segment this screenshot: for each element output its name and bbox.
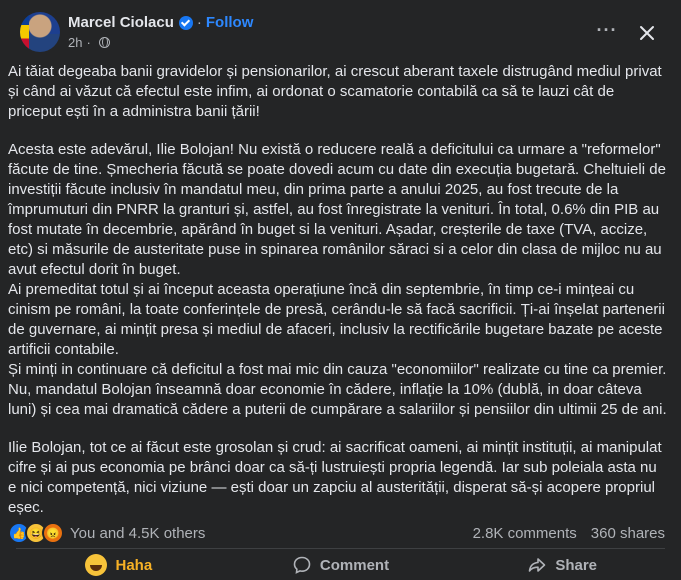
more-horizontal-icon: ···	[596, 19, 618, 40]
meta-separator: ·	[86, 35, 91, 50]
post-time[interactable]: 2h	[68, 35, 82, 50]
haha-button[interactable]: Haha	[8, 550, 230, 580]
flag-icon	[20, 12, 29, 52]
share-label: Share	[555, 556, 598, 574]
post-card: Marcel Ciolacu · Follow 2h · ··· Ai tăia…	[0, 0, 681, 580]
author-avatar[interactable]	[20, 12, 60, 52]
reactions-summary[interactable]: You and 4.5K others	[70, 525, 205, 542]
shares-count[interactable]: 360 shares	[591, 525, 665, 542]
comment-icon	[293, 556, 311, 574]
close-icon	[640, 26, 654, 40]
share-button[interactable]: Share	[451, 550, 673, 580]
globe-icon	[98, 37, 110, 48]
post-paragraph: Ilie Bolojan, tot ce ai făcut este groso…	[8, 439, 662, 516]
verified-badge-icon	[178, 15, 193, 30]
post-paragraph: Și minți in continuare că deficitul a fo…	[8, 361, 667, 418]
reactions-row: 👍 😆 😠 You and 4.5K others 2.8K comments …	[8, 522, 665, 544]
author-name[interactable]: Marcel Ciolacu	[68, 14, 174, 31]
post-body: Ai tăiat degeaba banii gravidelor și pen…	[8, 62, 669, 536]
follow-button[interactable]: Follow	[206, 14, 254, 31]
haha-emoji-icon	[85, 554, 108, 576]
comment-label: Comment	[319, 556, 390, 574]
haha-label: Haha	[115, 556, 153, 574]
author-line: Marcel Ciolacu · Follow	[68, 14, 253, 31]
close-button[interactable]	[633, 19, 661, 47]
more-options-button[interactable]: ···	[593, 16, 621, 44]
post-meta: 2h ·	[68, 35, 110, 50]
angry-icon: 😠	[42, 522, 64, 544]
post-paragraph: Acesta este adevărul, Ilie Bolojan! Nu e…	[8, 141, 666, 278]
separator: ·	[196, 14, 202, 31]
reaction-icons[interactable]: 👍 😆 😠	[8, 522, 64, 544]
post-paragraph: Ai tăiat degeaba banii gravidelor și pen…	[8, 63, 662, 120]
actions-divider	[16, 548, 665, 549]
post-paragraph: Ai premeditat totul și ai început aceast…	[8, 281, 665, 358]
share-icon	[529, 558, 546, 572]
engagement-counts: 2.8K comments 360 shares	[473, 525, 665, 542]
post-actions: Haha Comment Share	[8, 550, 673, 580]
post-header: Marcel Ciolacu · Follow 2h · ···	[12, 0, 669, 56]
comment-button[interactable]: Comment	[230, 550, 452, 580]
comments-count[interactable]: 2.8K comments	[473, 525, 577, 542]
